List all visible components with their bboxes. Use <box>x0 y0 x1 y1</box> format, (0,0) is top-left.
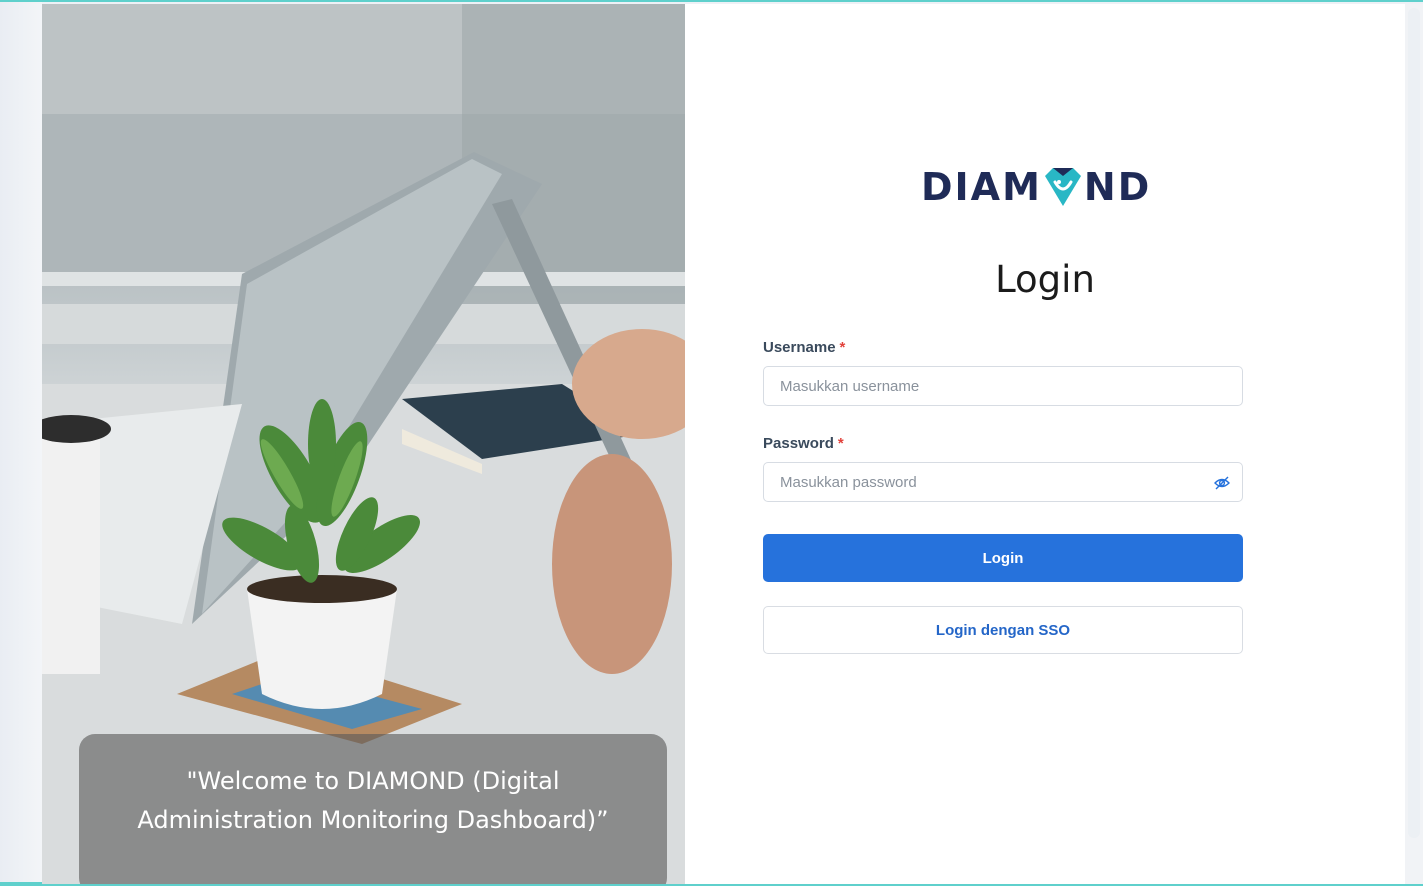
password-input[interactable] <box>763 462 1243 502</box>
username-input[interactable] <box>763 366 1243 406</box>
password-label: Password * <box>763 435 844 452</box>
required-mark: * <box>839 339 846 356</box>
username-label-text: Username <box>763 339 836 356</box>
login-card: "Welcome to DIAMOND (Digital Administrat… <box>42 4 1405 884</box>
login-button[interactable]: Login <box>763 534 1243 582</box>
hero-caption-line-1: "Welcome to DIAMOND (Digital <box>186 767 560 795</box>
logo-text-prefix: DIAM <box>921 165 1042 209</box>
logo-text-suffix: ND <box>1083 165 1152 209</box>
hero-caption: "Welcome to DIAMOND (Digital Administrat… <box>79 734 667 884</box>
diamond-gem-icon <box>1044 168 1081 206</box>
login-title: Login <box>995 258 1095 301</box>
diamond-logo: DIAM ND <box>921 164 1173 210</box>
scrollbar[interactable] <box>1405 4 1423 884</box>
hero-caption-line-2: Administration Monitoring Dashboard)” <box>137 806 609 834</box>
sso-login-button[interactable]: Login dengan SSO <box>763 606 1243 654</box>
username-label: Username * <box>763 339 845 356</box>
required-mark: * <box>837 435 844 452</box>
hero-image: "Welcome to DIAMOND (Digital Administrat… <box>42 4 685 884</box>
password-label-text: Password <box>763 435 834 452</box>
scrollbar-thumb[interactable] <box>1408 8 1420 838</box>
app-frame: "Welcome to DIAMOND (Digital Administrat… <box>0 0 1423 886</box>
eye-off-icon[interactable] <box>1213 474 1231 492</box>
